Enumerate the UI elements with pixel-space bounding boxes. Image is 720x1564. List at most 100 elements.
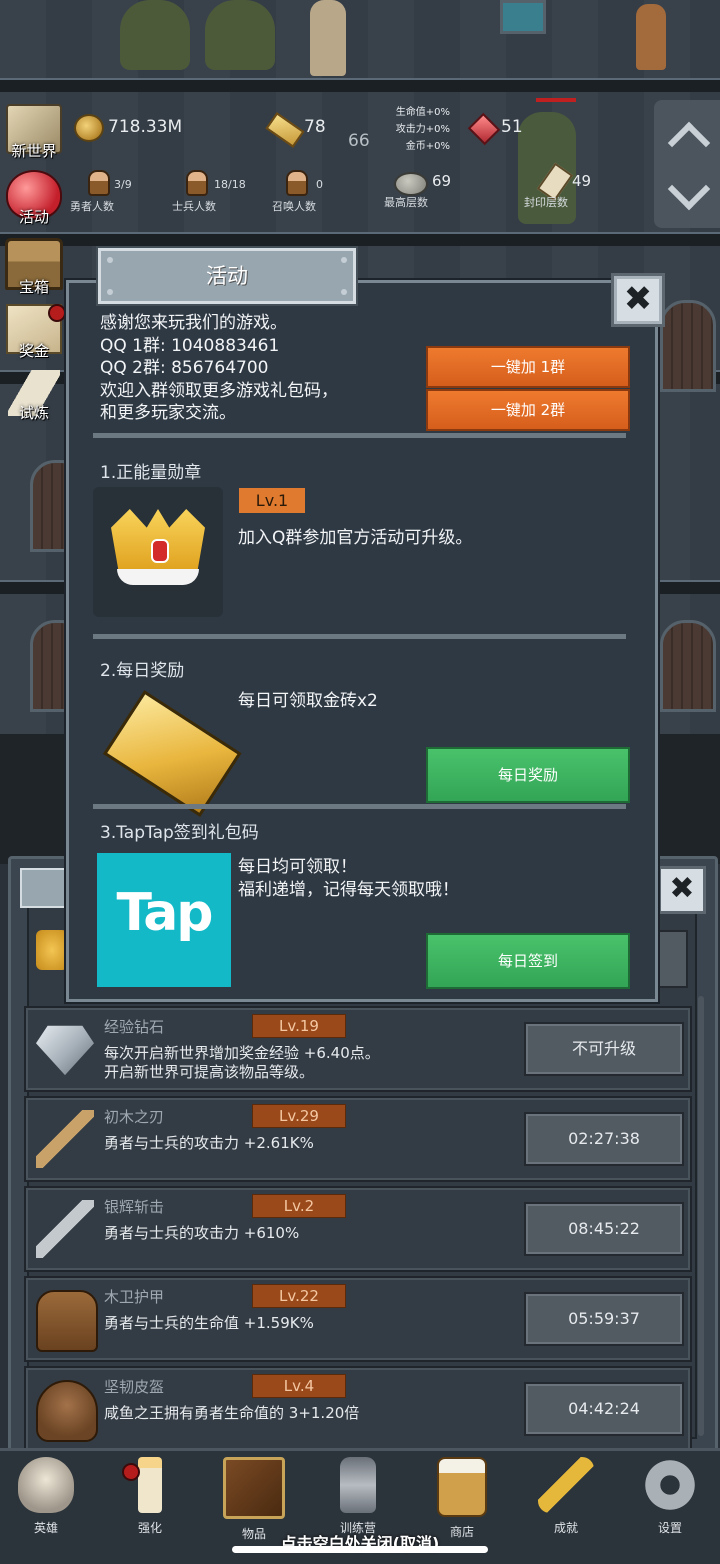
skull-icon (18, 1457, 74, 1513)
rivet (341, 289, 347, 295)
sealed-floor-value: 49 (572, 172, 592, 190)
hero-sprite (636, 4, 666, 70)
highest-floor-value: 69 (432, 172, 452, 190)
medal-level-badge: Lv.1 (239, 488, 305, 513)
taptap-desc: 每日均可领取！ 福利递增，记得每天领取哦！ (238, 856, 459, 901)
nav-item-settings[interactable]: 设置 (630, 1457, 710, 1536)
bonus-gold: 金币+0% (405, 141, 450, 152)
crown-icon (36, 930, 68, 970)
item-timer-button[interactable]: 08:45:22 (524, 1202, 684, 1256)
section-divider (93, 634, 626, 639)
taptap-desc-line: 每日均可领取！ (238, 857, 357, 877)
skeleton-sprite (310, 0, 346, 76)
item-timer-button[interactable]: 02:27:38 (524, 1112, 684, 1166)
item-level-badge: Lv.4 (252, 1374, 346, 1398)
sidebar-item-chest[interactable]: 宝箱 (2, 238, 66, 297)
summon-count-value: 0 (316, 178, 323, 191)
item-level-badge: Lv.29 (252, 1104, 346, 1128)
rivet (341, 257, 347, 263)
join-group-2-button[interactable]: 一键加 2群 (426, 389, 630, 431)
qq-group-1: QQ 1群: 1040883461 (100, 335, 280, 356)
section-title: 2.每日奖励 (100, 661, 185, 681)
sidebar-item-trial[interactable]: 试炼 (2, 370, 66, 423)
summon-count-label: 召唤人数 (272, 200, 316, 213)
nav-item-heroes[interactable]: 英雄 (6, 1457, 86, 1536)
gold-coin-icon (74, 114, 104, 142)
item-name: 银辉斩击 (104, 1198, 165, 1216)
boss-hp-bar (536, 98, 576, 102)
gear-icon (642, 1457, 698, 1513)
item-level-badge: Lv.19 (252, 1014, 346, 1038)
item-desc-line: 勇者与士兵的攻击力 +2.61K% (104, 1134, 314, 1152)
item-name: 经验钻石 (104, 1018, 165, 1036)
gem-amount: 51 (501, 117, 523, 137)
list-item: 坚韧皮盔 Lv.4 咸鱼之王拥有勇者生命值的 3+1.20倍 04:42:24 (24, 1366, 692, 1452)
taptap-logo-text: Tap (116, 883, 213, 943)
dialog-title: 活动 (206, 264, 248, 288)
item-timer-button[interactable]: 05:59:37 (524, 1292, 684, 1346)
join-group-1-button[interactable]: 一键加 1群 (426, 346, 630, 388)
rivet (107, 257, 113, 263)
item-name: 木卫护甲 (104, 1288, 165, 1306)
list-item: 初木之刃 Lv.29 勇者与士兵的攻击力 +2.61K% 02:27:38 (24, 1096, 692, 1182)
daily-reward-button[interactable]: 每日奖励 (426, 747, 630, 803)
daily-reward-desc: 每日可领取金砖x2 (238, 691, 378, 711)
item-desc: 每次开启新世界增加奖金经验 +6.40点。 开启新世界可提高该物品等级。 (104, 1044, 380, 1082)
partial-item-button[interactable] (656, 930, 688, 988)
daily-checkin-button[interactable]: 每日签到 (426, 933, 630, 989)
candle-icon (138, 1457, 162, 1513)
intro-chat: 和更多玩家交流。 (100, 403, 236, 423)
soldier-count-label: 士兵人数 (172, 200, 216, 213)
section-divider (93, 433, 626, 438)
nav-item-shop[interactable]: 商店 (422, 1457, 502, 1540)
bonus-stats: 生命值+0% 攻击力+0% 金币+0% (378, 104, 450, 155)
diamond-icon (36, 1025, 94, 1076)
sidebar-item-bonus[interactable]: 奖金 (2, 304, 66, 361)
hero-count-value: 3/9 (114, 178, 132, 191)
sidebar-item-label: 奖金 (18, 342, 49, 360)
nav-item-achievements[interactable]: 成就 (526, 1457, 606, 1536)
hero-icon (88, 170, 110, 196)
sealed-floor-label: 封印层数 (524, 196, 568, 209)
qq-group-2: QQ 2群: 856764700 (100, 358, 269, 378)
rivet (107, 289, 113, 295)
sidebar-item-label: 宝箱 (18, 278, 49, 296)
notification-dot (122, 1463, 140, 1481)
item-desc: 勇者与士兵的攻击力 +2.61K% (104, 1134, 314, 1153)
dungeon-floor-1 (0, 0, 720, 80)
crown-base (117, 569, 199, 585)
dungeon-door (660, 620, 716, 712)
item-desc-line: 每次开启新世界增加奖金经验 +6.40点。 (104, 1044, 380, 1062)
home-indicator[interactable] (232, 1546, 488, 1553)
dialog-close-button[interactable]: ✖ (611, 273, 665, 327)
sidebar-item-label: 活动 (18, 208, 49, 226)
nav-item-enhance[interactable]: 强化 (110, 1457, 190, 1536)
list-scrollbar[interactable] (698, 996, 704, 1436)
nav-item-training[interactable]: 训练营 (318, 1457, 398, 1536)
item-desc: 勇者与士兵的生命值 +1.59K% (104, 1314, 314, 1333)
bonus-hp: 生命值+0% (395, 107, 450, 118)
chevron-down-icon[interactable] (667, 167, 711, 211)
item-upgrade-button[interactable]: 不可升级 (524, 1022, 684, 1076)
highest-floor-label: 最高层数 (384, 196, 428, 209)
wooden-sword-icon (36, 1110, 94, 1168)
sidebar-item-new-world[interactable]: 新世界 (2, 104, 66, 161)
intro-text: 感谢您来玩我们的游戏。 QQ 1群: 1040883461 QQ 2群: 856… (100, 312, 338, 425)
notification-dot (48, 304, 66, 322)
floor-indicator: 66 (348, 131, 370, 151)
sidebar-item-label: 新世界 (11, 142, 57, 160)
floor-scroller[interactable] (654, 100, 720, 228)
item-timer-button[interactable]: 04:42:24 (524, 1382, 684, 1436)
summon-icon (286, 170, 308, 196)
crown-gem (151, 539, 169, 563)
item-desc: 勇者与士兵的攻击力 +610% (104, 1224, 299, 1243)
equipment-close-button[interactable]: ✖ (658, 866, 706, 914)
book-icon (223, 1457, 285, 1519)
taptap-logo: Tap (97, 853, 231, 987)
item-level-badge: Lv.2 (252, 1194, 346, 1218)
bonus-attack: 攻击力+0% (395, 124, 450, 135)
chevron-up-icon[interactable] (667, 121, 711, 165)
soldier-icon (186, 170, 208, 196)
dungeon-floor-2 (0, 92, 720, 242)
sidebar-item-activity[interactable]: 活动 (2, 170, 66, 227)
